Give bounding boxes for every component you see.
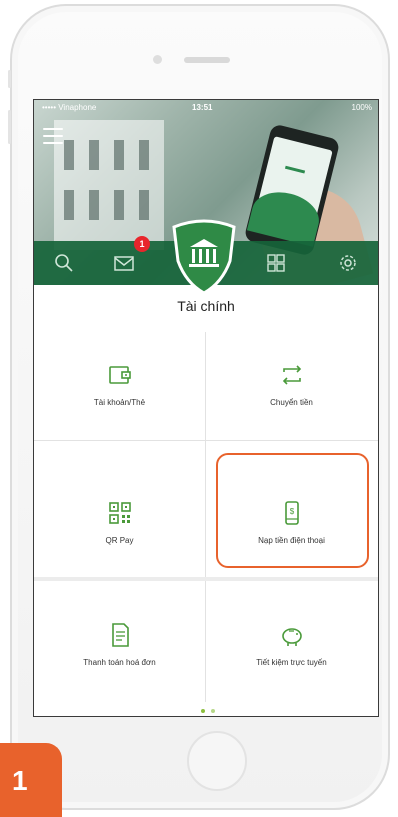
tile-label: Chuyển tiền bbox=[270, 398, 313, 407]
menu-icon[interactable] bbox=[43, 128, 63, 144]
grid-icon[interactable] bbox=[264, 252, 288, 274]
status-bar: ••••• Vinaphone 13:51 100% bbox=[34, 100, 378, 116]
tile-online-savings[interactable]: Tiết kiệm trực tuyến bbox=[206, 622, 377, 667]
wallet-icon bbox=[108, 366, 131, 384]
search-icon[interactable] bbox=[52, 252, 76, 274]
highlight-frame bbox=[216, 453, 369, 568]
bank-home-icon[interactable] bbox=[170, 217, 238, 295]
page-dot-active[interactable] bbox=[201, 709, 205, 713]
qr-code-icon bbox=[108, 502, 131, 524]
page-indicator[interactable] bbox=[198, 700, 218, 716]
notification-badge: 1 bbox=[134, 236, 150, 252]
app-screen: ••••• Vinaphone 13:51 100% 1 Tài chính T… bbox=[33, 99, 379, 717]
front-camera bbox=[153, 55, 162, 64]
tile-label: Thanh toán hoá đơn bbox=[83, 658, 156, 667]
tile-bill-payment[interactable]: Thanh toán hoá đơn bbox=[34, 622, 205, 667]
mail-icon[interactable] bbox=[112, 252, 136, 274]
tile-label: QR Pay bbox=[105, 536, 134, 545]
home-button[interactable] bbox=[187, 731, 247, 791]
tile-label: Tài khoản/Thẻ bbox=[93, 398, 146, 407]
speaker-grille bbox=[184, 57, 230, 63]
settings-gear-icon[interactable] bbox=[336, 252, 360, 274]
step-number: 1 bbox=[12, 765, 28, 796]
battery-label: 100% bbox=[351, 103, 372, 112]
transfer-arrows-icon bbox=[282, 365, 301, 385]
volume-up-button bbox=[8, 110, 11, 144]
step-badge: 1 bbox=[0, 743, 62, 817]
grid-divider bbox=[34, 577, 378, 581]
mute-switch bbox=[8, 70, 11, 88]
section-title: Tài chính bbox=[177, 298, 235, 314]
bill-document-icon bbox=[111, 623, 129, 647]
piggy-bank-icon bbox=[281, 628, 302, 646]
clock-label: 13:51 bbox=[192, 103, 213, 112]
tile-label: Tiết kiệm trực tuyến bbox=[256, 658, 327, 667]
tile-account-card[interactable]: Tài khoản/Thẻ bbox=[34, 362, 205, 407]
tile-qr-pay[interactable]: QR Pay bbox=[34, 500, 205, 545]
carrier-label: ••••• Vinaphone bbox=[42, 103, 97, 112]
page-dot[interactable] bbox=[211, 709, 215, 713]
tile-transfer[interactable]: Chuyển tiền bbox=[206, 362, 377, 407]
grid-divider bbox=[34, 440, 378, 441]
